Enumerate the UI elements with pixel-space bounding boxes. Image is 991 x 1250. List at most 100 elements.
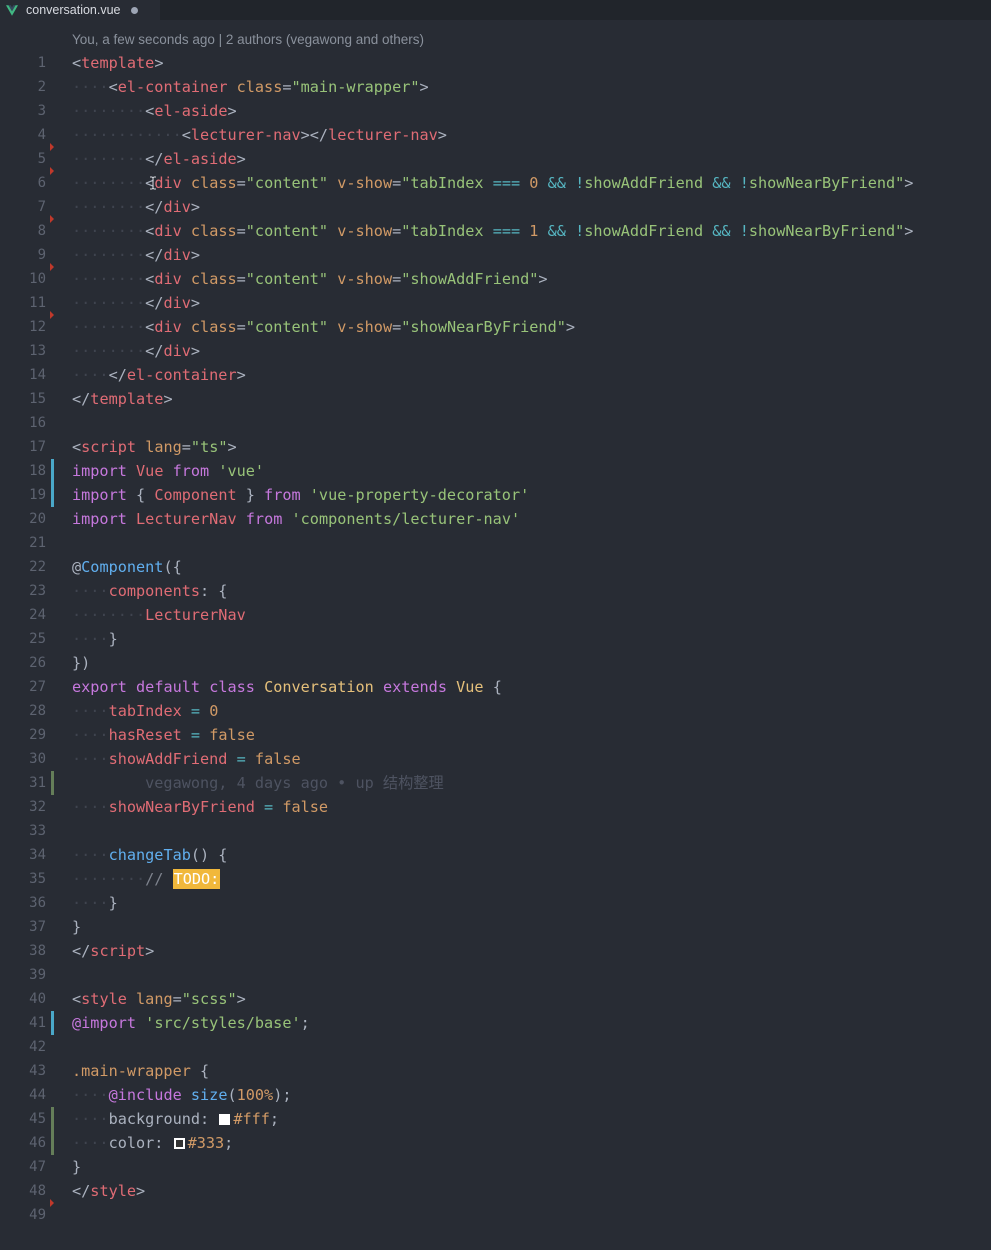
code-line[interactable]: 11 ········</div> xyxy=(0,291,991,315)
code-line[interactable]: 4 ············<lecturer-nav></lecturer-na… xyxy=(0,123,991,147)
code-line[interactable]: 9 ········</div> xyxy=(0,243,991,267)
code-line[interactable]: 19 import { Component } from 'vue-propert… xyxy=(0,483,991,507)
git-added-marker[interactable] xyxy=(51,1131,54,1155)
code-line[interactable]: 36 ····} xyxy=(0,891,991,915)
code-line[interactable]: 22 @Component({ xyxy=(0,555,991,579)
code-line[interactable]: 15 </template> xyxy=(0,387,991,411)
code-line[interactable]: 1 <template> xyxy=(0,51,991,75)
code-line[interactable]: 42 xyxy=(0,1035,991,1059)
code-text: vegawong, 4 days ago • up 结构整理 xyxy=(72,771,444,795)
code-line[interactable]: 48 </style> xyxy=(0,1179,991,1203)
code-line[interactable]: 20 import LecturerNav from 'components/le… xyxy=(0,507,991,531)
code-line[interactable]: 41 @import 'src/styles/base'; xyxy=(0,1011,991,1035)
code-line[interactable]: 24 ········LecturerNav xyxy=(0,603,991,627)
git-modified-marker[interactable] xyxy=(51,459,54,483)
code-line[interactable]: 6 ········<div class="content" v-show="ta… xyxy=(0,167,991,195)
code-token: Vue xyxy=(136,462,164,480)
code-line[interactable]: 40 <style lang="scss"> xyxy=(0,987,991,1011)
code-token: Component xyxy=(154,486,237,504)
git-added-marker[interactable] xyxy=(51,771,54,795)
code-line[interactable]: 2 ····<el-container class="main-wrapper"> xyxy=(0,75,991,99)
vue-icon xyxy=(6,4,18,16)
code-token: from xyxy=(172,462,210,480)
code-line[interactable]: 8 ········<div class="content" v-show="ta… xyxy=(0,215,991,243)
code-text: ····color: #333; xyxy=(72,1131,233,1155)
code-line[interactable]: 13 ········</div> xyxy=(0,339,991,363)
tab-conversation-vue[interactable]: conversation.vue xyxy=(0,0,160,20)
code-line[interactable]: 49 xyxy=(0,1199,991,1227)
git-blame-codelens[interactable]: You, a few seconds ago | 2 authors (vega… xyxy=(72,30,424,50)
code-line[interactable]: 17 <script lang="ts"> xyxy=(0,435,991,459)
code-line[interactable]: 44 ····@include size(100%); xyxy=(0,1083,991,1107)
code-line[interactable]: 35 ········// TODO: xyxy=(0,867,991,891)
git-deleted-marker-icon[interactable] xyxy=(50,1199,54,1207)
line-number: 5 xyxy=(37,151,46,167)
code-line[interactable]: 45 ····background: #fff; xyxy=(0,1107,991,1131)
code-token: "ts" xyxy=(190,438,228,456)
code-line[interactable]: 7 ········</div> xyxy=(0,195,991,219)
code-token: ; xyxy=(224,1134,234,1152)
code-line[interactable]: 5 ········</el-aside> xyxy=(0,143,991,171)
code-line[interactable]: 46 ····color: #333; xyxy=(0,1131,991,1155)
code-line[interactable]: 23 ····components: { xyxy=(0,579,991,603)
git-deleted-marker-icon[interactable] xyxy=(50,263,54,271)
code-token: v-show xyxy=(337,270,393,288)
code-line[interactable]: 28 ····tabIndex = 0 xyxy=(0,699,991,723)
git-added-marker[interactable] xyxy=(51,1107,54,1131)
git-deleted-marker-icon[interactable] xyxy=(50,167,54,175)
code-line[interactable]: 47} xyxy=(0,1155,991,1179)
code-line[interactable]: 29 ····hasReset = false xyxy=(0,723,991,747)
line-number: 34 xyxy=(29,847,46,863)
code-line[interactable]: 18 import Vue from 'vue' xyxy=(0,459,991,483)
code-token: showAddFriend xyxy=(584,222,713,240)
indent-guide: ········ xyxy=(72,198,146,216)
code-token: < xyxy=(145,102,155,120)
code-line[interactable]: 43 .main-wrapper { xyxy=(0,1059,991,1083)
code-line[interactable]: 16 xyxy=(0,411,991,435)
code-line[interactable]: 21 xyxy=(0,531,991,555)
git-modified-marker[interactable] xyxy=(51,1011,54,1035)
line-number: 20 xyxy=(29,511,46,527)
code-token: "tabIndex xyxy=(401,222,493,240)
git-deleted-marker-icon[interactable] xyxy=(50,143,54,151)
code-token: = xyxy=(236,270,246,288)
code-token: > xyxy=(227,102,237,120)
code-line[interactable]: 30 ····showAddFriend = false xyxy=(0,747,991,771)
code-token: > xyxy=(145,942,155,960)
code-line[interactable]: 38 </script> xyxy=(0,939,991,963)
code-line[interactable]: 37} xyxy=(0,915,991,939)
code-editor[interactable]: 1 <template> 2 ····<el-container class="mai… xyxy=(0,51,991,1227)
code-line[interactable]: 39 xyxy=(0,963,991,987)
code-line[interactable]: 26}) xyxy=(0,651,991,675)
code-line[interactable]: 25 ····} xyxy=(0,627,991,651)
git-modified-marker[interactable] xyxy=(51,483,54,507)
code-token: script xyxy=(81,438,137,456)
code-line[interactable]: 3 ········<el-aside> xyxy=(0,99,991,123)
indent-guide: ···· xyxy=(72,894,109,912)
code-token: && xyxy=(547,222,566,240)
line-number: 40 xyxy=(29,991,46,1007)
code-line[interactable]: 14 ····</el-container> xyxy=(0,363,991,387)
line-number: 24 xyxy=(29,607,46,623)
code-token: = xyxy=(392,270,402,288)
code-line[interactable]: 10 ········<div class="content" v-show="s… xyxy=(0,263,991,291)
color-swatch-icon[interactable] xyxy=(173,1138,185,1149)
code-line[interactable]: 27 export default class Conversation exte… xyxy=(0,675,991,699)
code-text: ····} xyxy=(72,891,118,915)
indent-guide: ········ xyxy=(72,174,146,192)
git-deleted-marker-icon[interactable] xyxy=(50,215,54,223)
code-line[interactable]: 34 ····changeTab() { xyxy=(0,843,991,867)
unsaved-dot-icon[interactable] xyxy=(130,6,138,14)
code-line[interactable]: 31 vegawong, 4 days ago • up 结构整理 xyxy=(0,771,991,795)
git-deleted-marker-icon[interactable] xyxy=(50,311,54,319)
code-line[interactable]: 12 ········<div class="content" v-show="s… xyxy=(0,311,991,339)
color-swatch-icon[interactable] xyxy=(219,1114,231,1125)
code-line[interactable]: 32 ····showNearByFriend = false xyxy=(0,795,991,819)
code-token: ({ xyxy=(163,558,182,576)
todo-highlight: TODO: xyxy=(172,869,221,889)
code-line[interactable]: 33 xyxy=(0,819,991,843)
code-token: Vue xyxy=(456,678,484,696)
